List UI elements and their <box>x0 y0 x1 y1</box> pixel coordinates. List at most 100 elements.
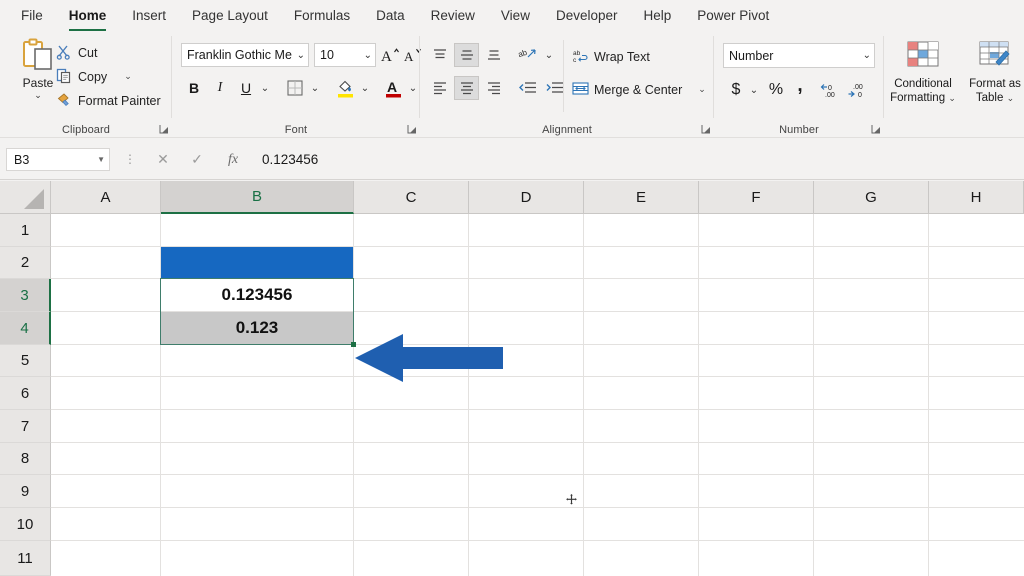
column-header-f[interactable]: F <box>699 181 814 214</box>
column-header-c[interactable]: C <box>354 181 469 214</box>
row-header-4[interactable]: 4 <box>0 312 51 345</box>
select-all-corner[interactable] <box>0 181 51 214</box>
align-bottom-button[interactable] <box>481 43 506 67</box>
cells-area[interactable]: 0.123456 0.123 <box>51 214 1024 576</box>
column-header-b[interactable]: B <box>161 181 354 214</box>
italic-button[interactable]: I <box>208 76 232 100</box>
chevron-down-icon[interactable]: ⌄ <box>124 71 132 82</box>
cell-b3[interactable]: 0.123456 <box>161 279 353 311</box>
chevron-down-icon[interactable]: ⌄ <box>698 84 706 95</box>
formula-input[interactable]: 0.123456 <box>262 148 1016 171</box>
excel-window: File Home Insert Page Layout Formulas Da… <box>0 0 1024 576</box>
bold-button[interactable]: B <box>182 76 206 100</box>
font-color-dropdown[interactable]: ⌄ <box>406 79 420 97</box>
conditional-formatting-button[interactable]: Conditional Formatting ⌄ <box>888 40 958 105</box>
align-middle-button[interactable] <box>454 43 479 67</box>
chevron-down-icon[interactable]: ⌄ <box>295 50 305 61</box>
tab-view[interactable]: View <box>488 4 543 28</box>
svg-text:ab: ab <box>518 48 529 60</box>
copy-button[interactable]: Copy ⌄ <box>56 68 132 85</box>
column-header-a[interactable]: A <box>51 181 161 214</box>
align-left-button[interactable] <box>427 76 452 100</box>
tab-home[interactable]: Home <box>56 4 120 28</box>
format-painter-label: Format Painter <box>78 94 161 108</box>
tab-formulas[interactable]: Formulas <box>281 4 363 28</box>
increase-decimal-button[interactable]: .00 0 <box>845 78 871 102</box>
fill-color-dropdown[interactable]: ⌄ <box>358 79 372 97</box>
chevron-down-icon[interactable]: ⌄ <box>948 93 956 103</box>
row-header-8[interactable]: 8 <box>0 443 51 475</box>
number-dialog-launcher[interactable] <box>871 124 881 134</box>
ribbon-group-alignment: ab ⌄ ab c Wrap Text <box>420 32 714 138</box>
row-header-2[interactable]: 2 <box>0 247 51 279</box>
name-box[interactable]: B3 ▼ <box>6 148 110 171</box>
align-right-button[interactable] <box>481 76 506 100</box>
row-header-10[interactable]: 10 <box>0 508 51 541</box>
orientation-dropdown[interactable]: ⌄ <box>542 46 556 64</box>
bold-icon: B <box>189 80 199 96</box>
tab-file[interactable]: File <box>8 4 56 28</box>
alignment-dialog-launcher[interactable] <box>701 124 711 134</box>
row-header-11[interactable]: 11 <box>0 541 51 576</box>
chevron-down-icon[interactable]: ⌄ <box>1007 93 1015 103</box>
group-label-font: Font <box>172 124 420 136</box>
column-header-e[interactable]: E <box>584 181 699 214</box>
row-header-1[interactable]: 1 <box>0 214 51 247</box>
decrease-decimal-button[interactable]: 0 .00 <box>818 78 844 102</box>
increase-font-size-button[interactable]: A <box>380 43 402 67</box>
chevron-down-icon[interactable]: ⌄ <box>362 50 372 61</box>
currency-button[interactable]: $ <box>725 78 747 102</box>
merge-center-button[interactable]: Merge & Center ⌄ <box>572 81 706 98</box>
cell-b2[interactable] <box>161 247 353 278</box>
row-header-9[interactable]: 9 <box>0 475 51 508</box>
cut-button[interactable]: Cut <box>56 44 97 61</box>
column-header-h[interactable]: H <box>929 181 1024 214</box>
row-header-6[interactable]: 6 <box>0 377 51 410</box>
tab-developer[interactable]: Developer <box>543 4 631 28</box>
tab-help[interactable]: Help <box>631 4 685 28</box>
align-top-button[interactable] <box>427 43 452 67</box>
chevron-down-icon[interactable]: ⌄ <box>861 50 871 61</box>
chevron-down-icon[interactable]: ⌄ <box>34 91 42 99</box>
confirm-entry-button[interactable]: ✓ <box>182 148 212 171</box>
font-name-combo[interactable]: Franklin Gothic Me ⌄ <box>181 43 309 67</box>
insert-function-button[interactable]: fx <box>218 148 248 171</box>
increase-indent-button[interactable] <box>542 76 568 100</box>
column-header-d[interactable]: D <box>469 181 584 214</box>
column-header-g[interactable]: G <box>814 181 929 214</box>
borders-dropdown[interactable]: ⌄ <box>308 79 322 97</box>
svg-text:0: 0 <box>828 85 832 92</box>
cancel-entry-button[interactable]: ✕ <box>148 148 178 171</box>
row-header-7[interactable]: 7 <box>0 410 51 443</box>
tab-data[interactable]: Data <box>363 4 418 28</box>
font-size-combo[interactable]: 10 ⌄ <box>314 43 376 67</box>
clipboard-dialog-launcher[interactable] <box>159 124 169 134</box>
underline-dropdown[interactable]: ⌄ <box>258 79 272 97</box>
number-format-combo[interactable]: Number ⌄ <box>723 43 875 68</box>
font-color-button[interactable]: A <box>380 76 406 100</box>
font-dialog-launcher[interactable] <box>407 124 417 134</box>
cell-b4[interactable]: 0.123 <box>161 312 353 344</box>
formula-bar-separator: ⋮ <box>124 152 136 166</box>
row-header-5[interactable]: 5 <box>0 345 51 377</box>
number-format-value: Number <box>729 49 861 63</box>
italic-icon: I <box>218 80 223 96</box>
row-header-3[interactable]: 3 <box>0 279 51 312</box>
orientation-button[interactable]: ab <box>515 43 541 67</box>
tab-page-layout[interactable]: Page Layout <box>179 4 281 28</box>
decrease-indent-button[interactable] <box>515 76 541 100</box>
percent-button[interactable]: % <box>764 78 788 102</box>
fill-color-button[interactable] <box>332 76 358 100</box>
comma-button[interactable]: , <box>789 74 811 98</box>
tab-power-pivot[interactable]: Power Pivot <box>684 4 782 28</box>
borders-button[interactable] <box>282 76 308 100</box>
wrap-text-button[interactable]: ab c Wrap Text <box>572 48 650 65</box>
tab-review[interactable]: Review <box>418 4 488 28</box>
underline-button[interactable]: U <box>234 76 258 100</box>
tab-insert[interactable]: Insert <box>119 4 179 28</box>
format-painter-button[interactable]: Format Painter <box>56 92 161 109</box>
align-center-button[interactable] <box>454 76 479 100</box>
format-as-table-button[interactable]: Format as Table ⌄ <box>962 40 1024 105</box>
currency-dropdown[interactable]: ⌄ <box>747 81 761 99</box>
chevron-down-icon[interactable]: ▼ <box>97 155 105 164</box>
